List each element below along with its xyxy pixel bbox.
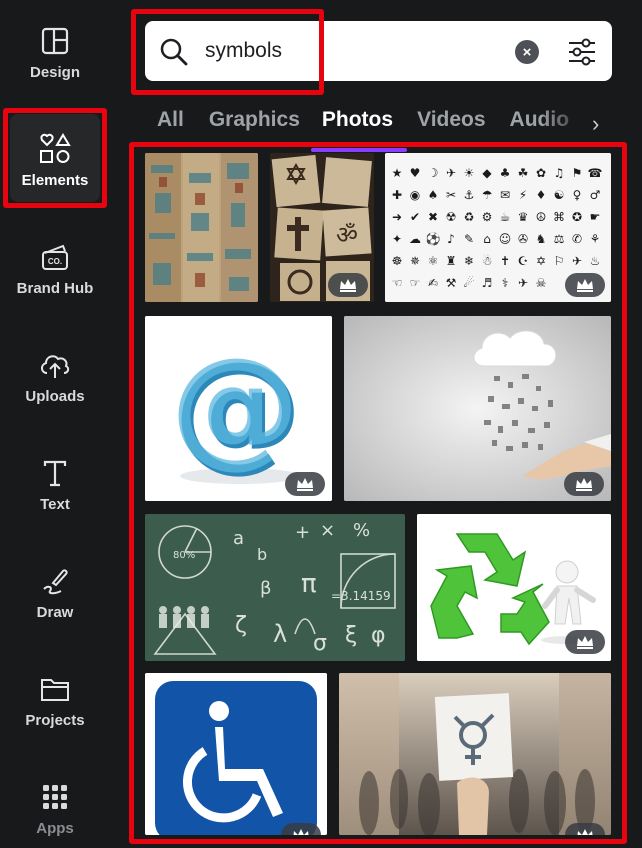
- tabs-fade: [540, 104, 590, 142]
- cloud-upload-icon: [38, 348, 72, 382]
- text-t-icon: [38, 456, 72, 490]
- sidebar-rail: Design Elements CO. Brand Hub Uploads Te…: [0, 0, 110, 848]
- canva-editor: Design Elements CO. Brand Hub Uploads Te…: [0, 0, 642, 848]
- tab-photos[interactable]: Photos: [322, 108, 393, 138]
- tab-graphics[interactable]: Graphics: [209, 108, 300, 138]
- sidebar-item-projects[interactable]: Projects: [0, 672, 110, 772]
- sidebar-item-label: Uploads: [25, 388, 85, 405]
- brand-co-icon: CO.: [38, 240, 72, 274]
- tab-videos[interactable]: Videos: [417, 108, 485, 138]
- sidebar-item-text[interactable]: Text: [0, 456, 110, 556]
- apps-grid-icon: [38, 780, 72, 814]
- category-tabs: All Graphics Photos Videos Audio: [157, 108, 569, 138]
- search-highlight-box: [131, 9, 324, 95]
- sliders-icon[interactable]: [565, 35, 599, 69]
- sidebar-item-label: Projects: [25, 712, 85, 729]
- tab-all[interactable]: All: [157, 108, 184, 138]
- sidebar-item-uploads[interactable]: Uploads: [0, 348, 110, 448]
- sidebar-item-label: Text: [40, 496, 70, 513]
- results-highlight-box: [129, 142, 627, 844]
- sidebar-item-label: Brand Hub: [16, 280, 94, 297]
- close-icon[interactable]: ×: [515, 40, 539, 64]
- sidebar-item-brand-hub[interactable]: CO. Brand Hub: [0, 240, 110, 340]
- layout-panels-icon: [38, 24, 72, 58]
- svg-text:CO.: CO.: [48, 257, 62, 266]
- draw-pen-icon: [38, 564, 72, 598]
- sidebar-item-label: Design: [29, 64, 80, 81]
- chevron-right-icon[interactable]: ›: [592, 111, 610, 136]
- folder-icon: [38, 672, 72, 706]
- sidebar-item-apps[interactable]: Apps: [0, 780, 110, 848]
- sidebar-item-label: Apps: [36, 820, 74, 837]
- sidebar-item-draw[interactable]: Draw: [0, 564, 110, 664]
- sidebar-item-label: Draw: [36, 604, 74, 621]
- elements-highlight-box: [3, 108, 107, 208]
